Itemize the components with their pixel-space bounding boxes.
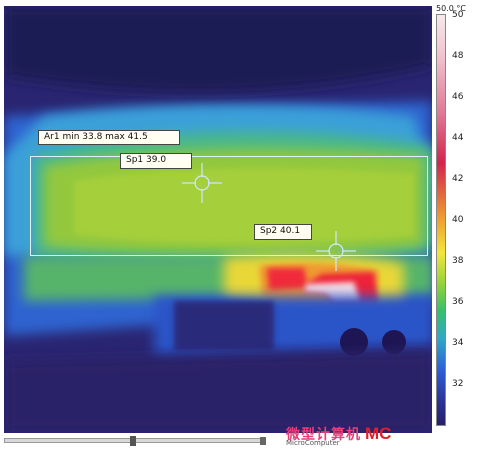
scale-tick: 42 [452,174,464,184]
watermark: 微型计算机 MC MicroComputer [286,423,392,447]
watermark-logo: MC [365,424,392,443]
watermark-sub: MicroComputer [286,439,340,447]
scale-tick: 34 [452,338,464,348]
scrollbar-end-handle[interactable] [260,437,266,445]
scale-tick: 32 [452,379,464,389]
spot2-label: Sp2 40.1 [254,224,312,240]
scale-tick: 50 [452,10,464,20]
scale-tick: 48 [452,51,464,61]
spot2-crosshair-icon[interactable] [316,231,356,271]
scale-tick: 38 [452,256,464,266]
scale-tick: 44 [452,133,464,143]
spot1-crosshair-icon[interactable] [182,163,222,203]
temperature-scale-bar [436,14,446,426]
scrollbar-handle[interactable] [130,436,136,446]
area-measurement-box[interactable] [30,156,428,256]
area-label: Ar1 min 33.8 max 41.5 [38,130,180,145]
scale-tick: 36 [452,297,464,307]
scale-tick: 46 [452,92,464,102]
scale-tick: 40 [452,215,464,225]
